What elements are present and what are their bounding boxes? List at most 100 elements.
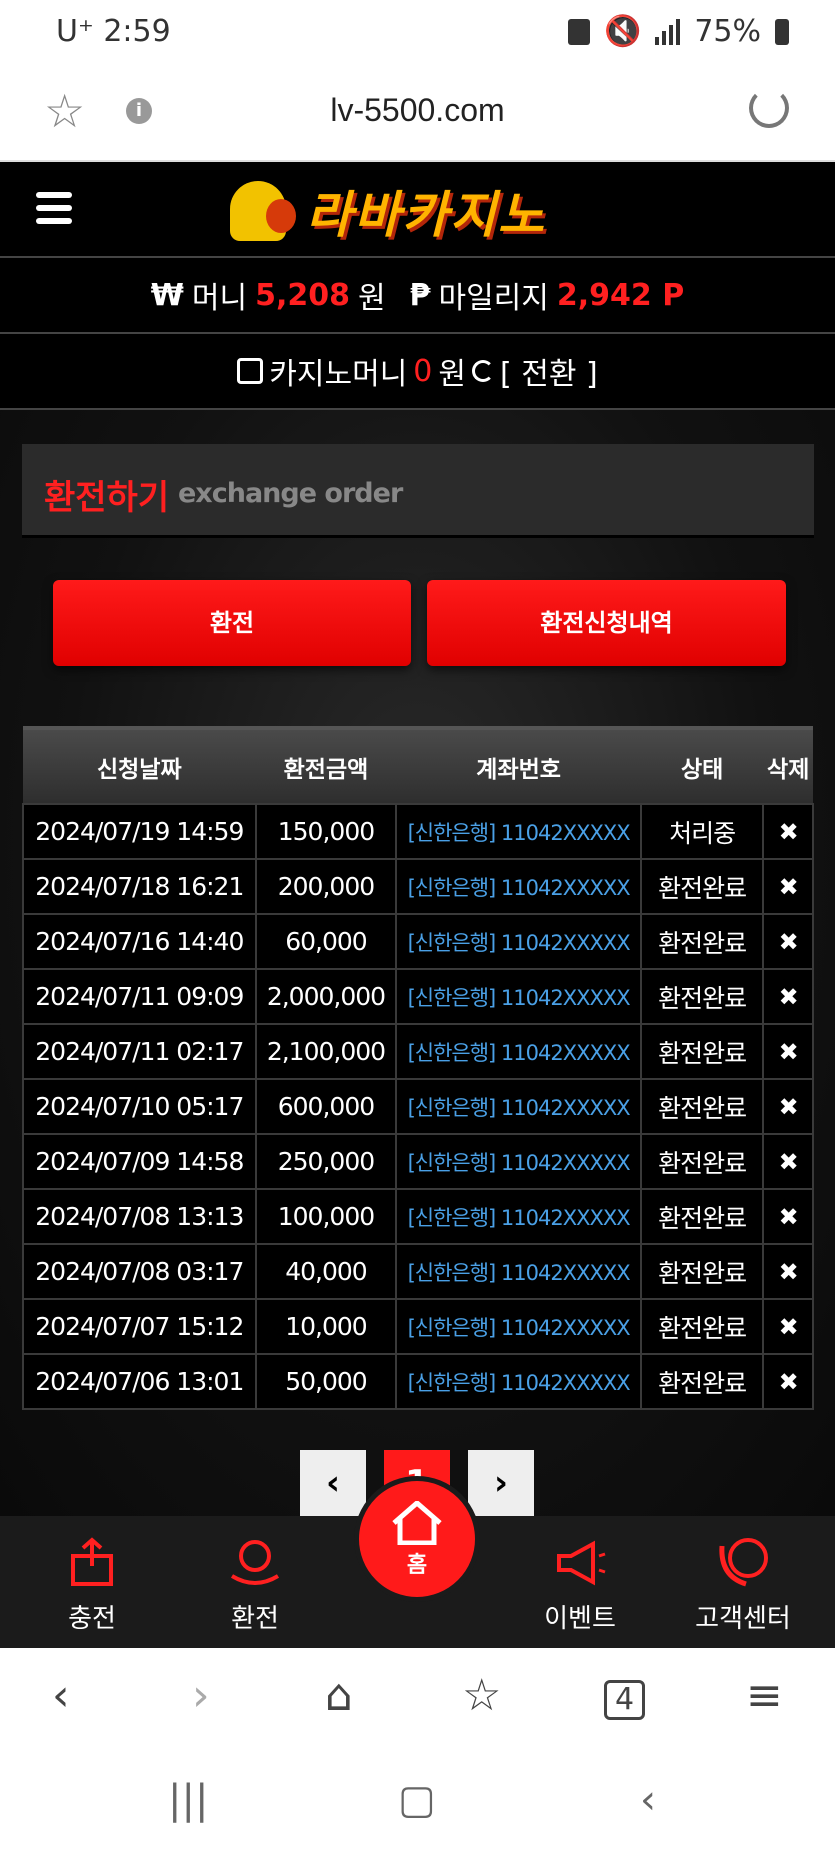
page-subtitle: exchange order bbox=[178, 478, 403, 509]
cell-account[interactable]: [신한은행] 11042XXXXX bbox=[395, 1243, 642, 1300]
mileage-value: 2,942 P bbox=[556, 277, 685, 313]
delete-icon[interactable]: ✖ bbox=[762, 968, 814, 1025]
nav-exchange[interactable]: 환전 bbox=[195, 1536, 315, 1635]
cell-amount: 10,000 bbox=[254, 1298, 398, 1355]
delete-icon[interactable]: ✖ bbox=[762, 803, 814, 860]
nav-charge[interactable]: 충전 bbox=[32, 1536, 152, 1635]
cell-amount: 50,000 bbox=[254, 1353, 398, 1410]
support-24-icon bbox=[719, 1538, 768, 1587]
nav-event-label: 이벤트 bbox=[544, 1604, 616, 1634]
recent-apps-icon[interactable]: ||| bbox=[168, 1780, 208, 1820]
tabs-icon[interactable]: 4 bbox=[604, 1680, 646, 1720]
forward-icon[interactable]: › bbox=[192, 1674, 210, 1718]
delete-icon[interactable]: ✖ bbox=[762, 1023, 814, 1080]
convert-button[interactable]: [ 전환 ] bbox=[500, 349, 598, 393]
system-home-icon[interactable]: ▢ bbox=[398, 1780, 436, 1820]
casino-money-unit: 원 bbox=[438, 357, 466, 392]
url-text[interactable]: lv-5500.com bbox=[0, 92, 835, 129]
cell-amount: 2,100,000 bbox=[254, 1023, 398, 1080]
cell-status: 환전완료 bbox=[639, 1188, 765, 1245]
cell-account[interactable]: [신한은행] 11042XXXXX bbox=[395, 968, 642, 1025]
table-row: 2024/07/11 02:17 2,100,000 [신한은행] 11042XXX… bbox=[22, 1023, 814, 1080]
cell-status: 환전완료 bbox=[639, 1078, 765, 1135]
nfc-icon bbox=[567, 18, 590, 45]
cell-amount: 600,000 bbox=[254, 1078, 398, 1135]
delete-icon[interactable]: ✖ bbox=[762, 858, 814, 915]
delete-icon[interactable]: ✖ bbox=[762, 1243, 814, 1300]
coins-hand-icon bbox=[230, 1540, 280, 1585]
cell-account[interactable]: [신한은행] 11042XXXXX bbox=[395, 858, 642, 915]
exchange-history-table: 신청날짜 환전금액 계좌번호 상태 삭제 2024/07/19 14:59 150… bbox=[22, 726, 814, 1410]
system-back-icon[interactable]: ‹ bbox=[640, 1780, 656, 1820]
cell-status: 환전완료 bbox=[639, 913, 765, 970]
main-content: 환전하기 exchange order 환전 환전신청내역 신청날짜 환전금액 … bbox=[0, 410, 835, 1516]
won-icon: ₩ bbox=[150, 277, 184, 313]
delete-icon[interactable]: ✖ bbox=[762, 913, 814, 970]
cell-date: 2024/07/08 03:17 bbox=[22, 1243, 257, 1300]
refresh-icon[interactable] bbox=[472, 360, 494, 382]
cell-account[interactable]: [신한은행] 11042XXXXX bbox=[395, 803, 642, 860]
exchange-button[interactable]: 환전 bbox=[53, 580, 411, 666]
deposit-box-icon bbox=[71, 1537, 113, 1586]
dice-icon bbox=[237, 358, 264, 384]
table-row: 2024/07/09 14:58 250,000 [신한은행] 11042XXXXX… bbox=[22, 1133, 814, 1190]
delete-icon[interactable]: ✖ bbox=[762, 1298, 814, 1355]
cell-date: 2024/07/11 09:09 bbox=[22, 968, 257, 1025]
cell-status: 환전완료 bbox=[639, 1023, 765, 1080]
prev-page-button[interactable]: ‹ bbox=[300, 1450, 366, 1516]
cell-date: 2024/07/08 13:13 bbox=[22, 1188, 257, 1245]
browser-url-bar: ☆ i lv-5500.com bbox=[0, 70, 835, 162]
nav-home-label: 홈 bbox=[406, 1553, 428, 1578]
cell-account[interactable]: [신한은행] 11042XXXXX bbox=[395, 1188, 642, 1245]
nav-support[interactable]: 고객센터 bbox=[683, 1536, 803, 1635]
bookmarks-icon[interactable]: ☆ bbox=[462, 1674, 501, 1718]
table-row: 2024/07/10 05:17 600,000 [신한은행] 11042XXXXX… bbox=[22, 1078, 814, 1135]
cell-date: 2024/07/06 13:01 bbox=[22, 1353, 257, 1410]
logo-text: 라바카지노 bbox=[306, 186, 546, 244]
page-title: 환전하기 bbox=[44, 478, 170, 518]
browser-menu-icon[interactable]: ≡ bbox=[746, 1674, 783, 1718]
table-row: 2024/07/19 14:59 150,000 [신한은행] 11042XXXXX… bbox=[22, 803, 814, 860]
cell-account[interactable]: [신한은행] 11042XXXXX bbox=[395, 1298, 642, 1355]
table-row: 2024/07/16 14:40 60,000 [신한은행] 11042XXXXX 환… bbox=[22, 913, 814, 970]
reload-icon[interactable] bbox=[749, 88, 789, 128]
site-logo[interactable]: 라바카지노 bbox=[230, 178, 610, 244]
table-row: 2024/07/18 16:21 200,000 [신한은행] 11042XXXXX… bbox=[22, 858, 814, 915]
battery-percent: 75% bbox=[694, 14, 761, 49]
cell-account[interactable]: [신한은행] 11042XXXXX bbox=[395, 1133, 642, 1190]
mileage-icon: ₱ bbox=[409, 277, 431, 313]
browser-home-icon[interactable]: ⌂ bbox=[325, 1674, 353, 1718]
delete-icon[interactable]: ✖ bbox=[762, 1078, 814, 1135]
menu-icon[interactable] bbox=[36, 192, 72, 231]
delete-icon[interactable]: ✖ bbox=[762, 1188, 814, 1245]
table-row: 2024/07/07 15:12 10,000 [신한은행] 11042XXXXX 환… bbox=[22, 1298, 814, 1355]
table-row: 2024/07/11 09:09 2,000,000 [신한은행] 11042XXX… bbox=[22, 968, 814, 1025]
exchange-history-button[interactable]: 환전신청내역 bbox=[427, 580, 786, 666]
nav-home-button[interactable]: 홈 bbox=[354, 1476, 480, 1602]
mute-icon: 🔇 bbox=[603, 14, 642, 49]
cell-amount: 60,000 bbox=[254, 913, 398, 970]
next-page-button[interactable]: › bbox=[468, 1450, 534, 1516]
table-row: 2024/07/08 13:13 100,000 [신한은행] 11042XXXXX… bbox=[22, 1188, 814, 1245]
status-time: U⁺ 2:59 bbox=[56, 14, 171, 49]
browser-toolbar: ‹ › ⌂ ☆ 4 ≡ bbox=[0, 1648, 835, 1752]
delete-icon[interactable]: ✖ bbox=[762, 1133, 814, 1190]
cell-account[interactable]: [신한은행] 11042XXXXX bbox=[395, 1353, 642, 1410]
back-icon[interactable]: ‹ bbox=[52, 1674, 70, 1718]
cell-account[interactable]: [신한은행] 11042XXXXX bbox=[395, 913, 642, 970]
delete-icon[interactable]: ✖ bbox=[762, 1353, 814, 1410]
cell-date: 2024/07/07 15:12 bbox=[22, 1298, 257, 1355]
cell-account[interactable]: [신한은행] 11042XXXXX bbox=[395, 1023, 642, 1080]
home-icon bbox=[392, 1501, 442, 1545]
nav-event[interactable]: 이벤트 bbox=[520, 1536, 640, 1635]
cell-status: 환전완료 bbox=[639, 1353, 765, 1410]
casino-money-bar: 카지노머니 0 원 [ 전환 ] bbox=[0, 334, 835, 410]
cell-amount: 2,000,000 bbox=[254, 968, 398, 1025]
nav-charge-label: 충전 bbox=[68, 1604, 116, 1634]
col-amount-header: 환전금액 bbox=[255, 726, 397, 804]
cell-account[interactable]: [신한은행] 11042XXXXX bbox=[395, 1078, 642, 1135]
money-value: 5,208 bbox=[255, 277, 350, 313]
cell-status: 처리중 bbox=[639, 803, 765, 860]
cell-date: 2024/07/09 14:58 bbox=[22, 1133, 257, 1190]
balance-bar: ₩ 머니 5,208 원 ₱ 마일리지 2,942 P bbox=[0, 258, 835, 334]
